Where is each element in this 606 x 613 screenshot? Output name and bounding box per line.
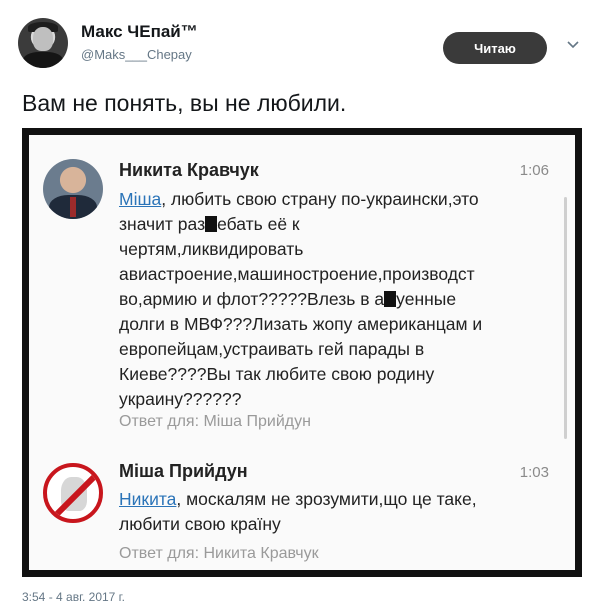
- reply-to-label[interactable]: Ответ для: Міша Прийдун: [119, 413, 311, 431]
- author-handle[interactable]: @Maks___Chepay: [81, 47, 192, 62]
- comment-item: Никита Кравчук 1:06 Міша, любить свою ст…: [29, 135, 575, 445]
- comments-panel: Никита Кравчук 1:06 Міша, любить свою ст…: [29, 135, 575, 570]
- comment-time: 1:06: [519, 162, 549, 179]
- chevron-down-icon[interactable]: [566, 38, 580, 52]
- author-avatar[interactable]: [18, 18, 68, 68]
- author-name[interactable]: Макс ЧЕпай™: [81, 22, 198, 42]
- comment-time: 1:03: [519, 464, 549, 481]
- comment-item: Міша Прийдун 1:03 Никита, москалям не зр…: [29, 445, 575, 570]
- mention-link[interactable]: Міша: [119, 189, 161, 209]
- redaction-block: [205, 216, 218, 232]
- commenter-name[interactable]: Міша Прийдун: [119, 461, 248, 482]
- comment-body: Никита, москалям не зрозумити,що це таке…: [119, 489, 477, 534]
- comment-body: Міша, любить свою страну по-украински,эт…: [119, 189, 483, 409]
- commenter-name[interactable]: Никита Кравчук: [119, 160, 259, 181]
- commenter-avatar[interactable]: [43, 463, 103, 523]
- reply-to-label[interactable]: Ответ для: Никита Кравчук: [119, 545, 319, 563]
- tweet-header: Макс ЧЕпай™ @Maks___Chepay Читаю: [18, 14, 588, 74]
- commenter-avatar[interactable]: [43, 159, 103, 219]
- embedded-screenshot[interactable]: Никита Кравчук 1:06 Міша, любить свою ст…: [22, 128, 582, 577]
- follow-button[interactable]: Читаю: [443, 32, 547, 64]
- tweet-timestamp[interactable]: 3:54 - 4 авг. 2017 г.: [22, 590, 125, 604]
- redaction-block: [384, 291, 397, 307]
- tweet-text: Вам не понять, вы не любили.: [22, 90, 347, 116]
- mention-link[interactable]: Никита: [119, 489, 176, 509]
